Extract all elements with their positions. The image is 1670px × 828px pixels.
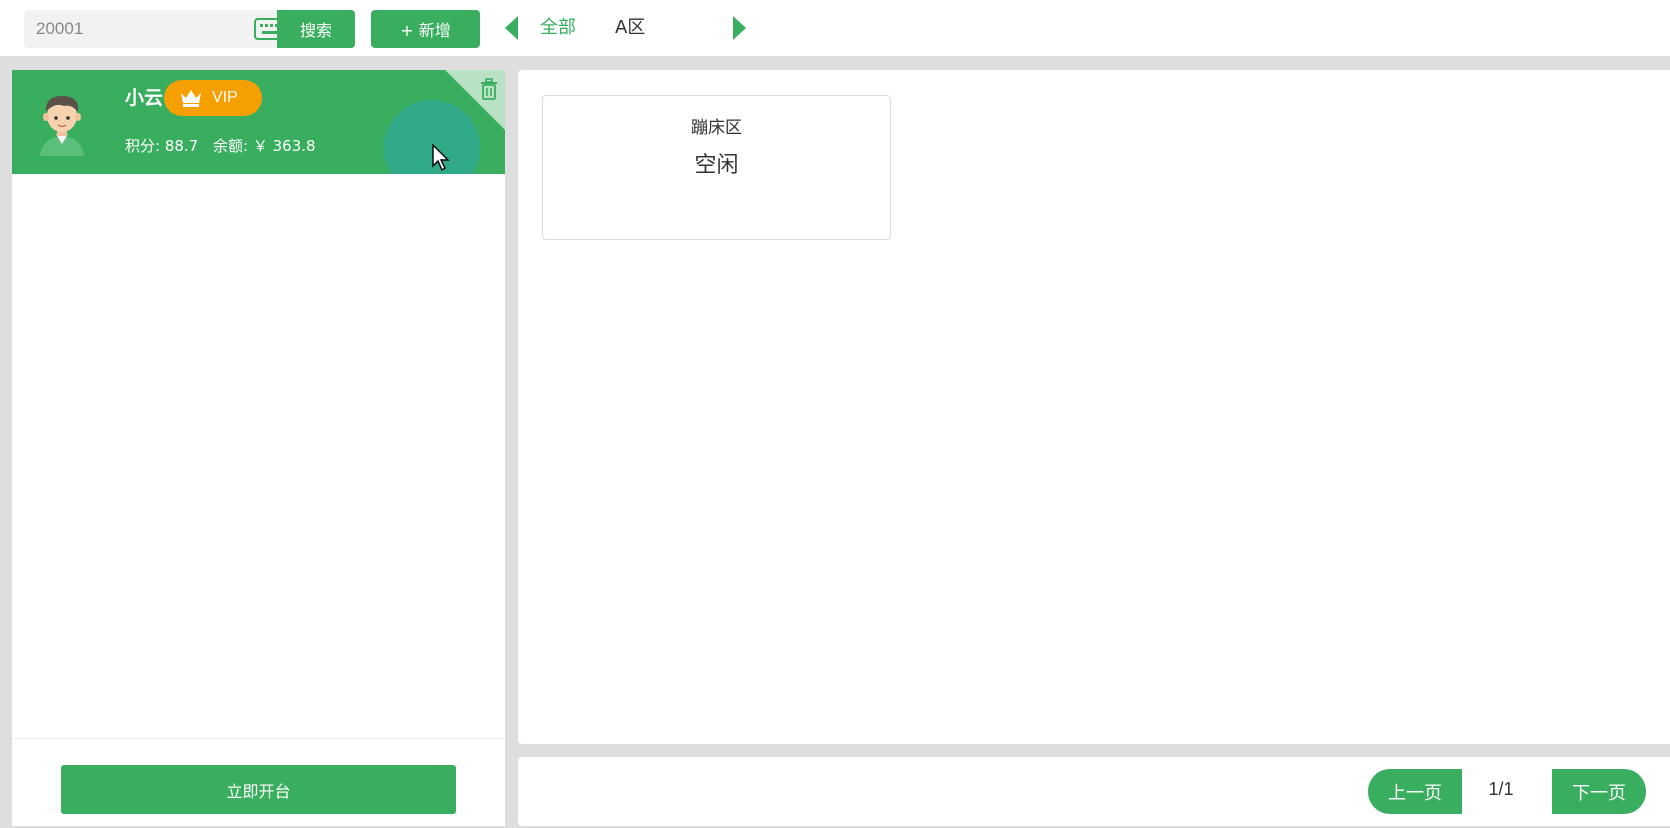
- vip-badge: VIP: [164, 80, 262, 116]
- tab-all[interactable]: 全部: [540, 16, 576, 40]
- prev-area-arrow-icon[interactable]: [505, 16, 519, 40]
- next-page-button[interactable]: 下一页: [1552, 769, 1646, 814]
- top-toolbar: 搜索 + 新增 全部 A区: [0, 0, 1670, 56]
- table-name: 蹦床区: [691, 118, 742, 138]
- member-card[interactable]: 小云 VIP 积分: 88.7 余额: ￥ 363.8: [12, 70, 505, 174]
- member-panel: 小云 VIP 积分: 88.7 余额: ￥ 363.8 立即开台: [12, 70, 505, 826]
- member-name: 小云: [125, 87, 164, 109]
- crown-icon: [181, 90, 201, 107]
- next-area-arrow-icon[interactable]: [732, 16, 746, 40]
- member-panel-footer: 立即开台: [12, 738, 505, 826]
- trash-icon[interactable]: [479, 78, 499, 100]
- avatar: [40, 96, 84, 156]
- member-points: 积分: 88.7: [125, 137, 199, 155]
- vip-badge-label: VIP: [212, 89, 238, 106]
- open-table-button[interactable]: 立即开台: [61, 765, 456, 814]
- add-button[interactable]: + 新增: [371, 10, 480, 48]
- table-status: 空闲: [694, 153, 739, 178]
- member-stats: 积分: 88.7 余额: ￥ 363.8: [125, 136, 326, 156]
- table-card[interactable]: 蹦床区 空闲: [542, 95, 891, 240]
- prev-page-button[interactable]: 上一页: [1368, 769, 1462, 814]
- member-balance: 余额: ￥ 363.8: [213, 137, 316, 155]
- search-button[interactable]: 搜索: [277, 10, 355, 48]
- page-indicator: 1/1: [1488, 779, 1514, 799]
- cursor-icon: [432, 144, 450, 172]
- tab-area-a[interactable]: A区: [615, 16, 645, 40]
- pagination: 上一页 1/1 下一页: [518, 757, 1670, 826]
- table-grid: 蹦床区 空闲: [518, 70, 1670, 744]
- search-input[interactable]: [24, 10, 274, 48]
